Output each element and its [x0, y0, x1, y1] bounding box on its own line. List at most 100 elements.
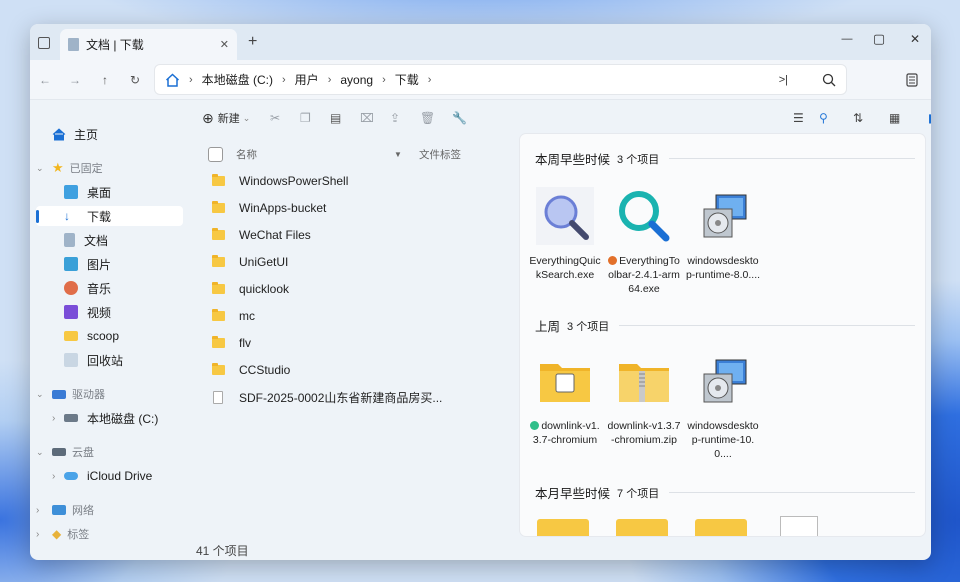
sidebar-item-documents[interactable]: 文档 — [64, 230, 211, 250]
folder-icon — [212, 282, 225, 294]
command-bar: ⊕ 新建 ⌄ ✂ ❐ ▤ ⌧ ⇪ 🗑 🔧 ☰ ⚲ ⇅ ▦ ◧ — [193, 100, 931, 136]
sidebar-section-network[interactable]: › 网络 — [36, 500, 183, 520]
sidebar-item-desktop[interactable]: 桌面 — [64, 182, 211, 202]
group-header[interactable]: 上周 3 个项目 — [535, 316, 915, 335]
cloud-drive-icon — [52, 448, 66, 456]
refresh-button[interactable]: ↻ — [122, 67, 148, 93]
sidebar-section-cloud[interactable]: ⌄ 云盘 — [36, 442, 183, 462]
filter-icon[interactable]: ☰ — [793, 109, 804, 127]
table-row[interactable]: WindowsPowerShell — [208, 170, 508, 192]
file-tile[interactable]: downlink-v1.3.7-chromium.zip — [606, 352, 682, 447]
column-name[interactable]: 名称 — [236, 147, 394, 162]
sidebar-section-label: 标签 — [67, 529, 90, 541]
file-tile[interactable]: windowsdesktop-runtime-8.0.... — [685, 187, 761, 282]
sidebar-item-videos[interactable]: 视频 — [64, 302, 211, 322]
table-row[interactable]: mc — [208, 305, 508, 327]
breadcrumb-item[interactable]: 下载 — [395, 71, 419, 88]
sidebar-item-icloud[interactable]: › iCloud Drive — [52, 466, 199, 486]
sidebar-section-label: 网络 — [72, 505, 94, 517]
column-tags[interactable]: 文件标签 — [419, 147, 461, 162]
tile-name: EverythingQuickSearch.exe — [529, 255, 601, 281]
sort-icon[interactable]: ⇅ — [853, 109, 863, 127]
rename-icon[interactable]: ⌧ — [360, 109, 374, 127]
terminal-button[interactable]: >| — [779, 74, 788, 86]
properties-wrench-icon[interactable]: 🔧 — [452, 109, 467, 127]
new-tab-button[interactable]: + — [248, 33, 257, 51]
up-button[interactable]: ↑ — [92, 67, 118, 93]
breadcrumb-item[interactable]: ayong — [340, 73, 373, 87]
sidebar-item-label: 下载 — [87, 209, 112, 224]
music-icon — [64, 281, 78, 295]
close-button[interactable]: ✕ — [892, 24, 931, 54]
row-name: quicklook — [239, 282, 290, 296]
copy-icon[interactable]: ❐ — [300, 109, 311, 127]
delete-icon[interactable]: 🗑 — [420, 109, 435, 127]
sidebar-item-recycle-bin[interactable]: 回收站 — [64, 350, 211, 370]
search-icon[interactable] — [822, 73, 836, 87]
new-button[interactable]: ⊕ 新建 ⌄ — [202, 109, 250, 127]
table-row[interactable]: WeChat Files — [208, 224, 508, 246]
sidebar-item-label: 本地磁盘 (C:) — [87, 411, 159, 426]
group-count: 7 个项目 — [617, 487, 660, 500]
sidebar-item-pictures[interactable]: 图片 — [64, 254, 211, 274]
forward-button[interactable]: → — [62, 67, 88, 93]
sidebar-item-local-disk[interactable]: › 本地磁盘 (C:) — [52, 408, 199, 428]
table-row[interactable]: quicklook — [208, 278, 508, 300]
file-icon[interactable] — [780, 516, 818, 536]
picture-icon — [64, 257, 78, 271]
table-row[interactable]: flv — [208, 332, 508, 354]
file-tile[interactable]: EverythingQuickSearch.exe — [527, 187, 603, 282]
cut-icon[interactable]: ✂ — [270, 109, 280, 127]
tag-filter-icon[interactable]: ⚲ — [819, 109, 828, 127]
group-count: 3 个项目 — [617, 153, 660, 166]
chevron-right-icon: › — [52, 470, 56, 482]
close-tab-icon[interactable]: ✕ — [220, 38, 229, 51]
folder-icon — [212, 174, 225, 186]
table-row[interactable]: UniGetUI — [208, 251, 508, 273]
installer-icon — [694, 187, 752, 245]
file-tile[interactable]: downlink-v1.3.7-chromium — [527, 352, 603, 447]
table-row[interactable]: SDF-2025-0002山东省新建商品房买... — [208, 386, 508, 408]
group-header[interactable]: 本月早些时候 7 个项目 — [535, 483, 915, 502]
installer-icon — [694, 352, 752, 410]
breadcrumb-item[interactable]: 本地磁盘 (C:) — [202, 71, 273, 88]
calculator-icon[interactable] — [906, 73, 918, 87]
sidebar-section-pinned[interactable]: ⌄ ★ 已固定 — [36, 158, 183, 178]
sidebar-section-tags[interactable]: › ◆ 标签 — [36, 524, 183, 544]
sidebar-item-music[interactable]: 音乐 — [64, 278, 211, 298]
sidebar-item-downloads[interactable]: ↓ 下载 — [36, 206, 183, 226]
folder-icon[interactable] — [616, 519, 668, 536]
breadcrumb-separator: › — [427, 73, 432, 86]
address-bar-row: ← → ↑ ↻ › 本地磁盘 (C:) › 用户 › ayong › 下载 › … — [30, 60, 931, 100]
file-tile[interactable]: EverythingToolbar-2.4.1-arm64.exe — [606, 187, 682, 296]
breadcrumb-item[interactable]: 用户 — [295, 71, 319, 88]
preview-pane-icon[interactable]: ◧ — [928, 109, 931, 127]
sidebar-toggle-icon[interactable] — [38, 37, 50, 49]
folder-icon — [212, 228, 225, 240]
table-row[interactable]: WinApps-bucket — [208, 197, 508, 219]
folder-icon — [536, 352, 594, 410]
chevron-right-icon: › — [52, 412, 56, 424]
file-tile[interactable]: windowsdesktop-runtime-10.0.... — [685, 352, 761, 461]
folder-icon — [212, 201, 225, 213]
folder-icon[interactable] — [537, 519, 589, 536]
sidebar-section-drives[interactable]: ⌄ 驱动器 — [36, 384, 183, 404]
folder-icon — [212, 363, 225, 375]
folder-icon[interactable] — [695, 519, 747, 536]
sidebar-item-label: 回收站 — [87, 353, 124, 368]
sidebar-item-label: 图片 — [87, 257, 112, 272]
share-icon[interactable]: ⇪ — [390, 109, 400, 127]
tab-downloads[interactable]: 文档 | 下载 ✕ — [60, 29, 237, 60]
sidebar-item-scoop[interactable]: scoop — [64, 326, 211, 346]
sidebar-item-home[interactable]: 主页 — [52, 124, 199, 144]
plus-circle-icon: ⊕ — [202, 109, 214, 126]
cloud-icon — [64, 472, 78, 480]
group-header[interactable]: 本周早些时候 3 个项目 — [535, 149, 915, 168]
table-row[interactable]: CCStudio — [208, 359, 508, 381]
back-button[interactable]: ← — [32, 67, 58, 93]
address-field[interactable]: › 本地磁盘 (C:) › 用户 › ayong › 下载 › >| — [154, 64, 847, 95]
paste-icon[interactable]: ▤ — [330, 109, 341, 127]
select-all-checkbox[interactable] — [208, 146, 223, 162]
view-layout-icon[interactable]: ▦ — [889, 109, 900, 127]
row-name: SDF-2025-0002山东省新建商品房买... — [239, 390, 443, 405]
